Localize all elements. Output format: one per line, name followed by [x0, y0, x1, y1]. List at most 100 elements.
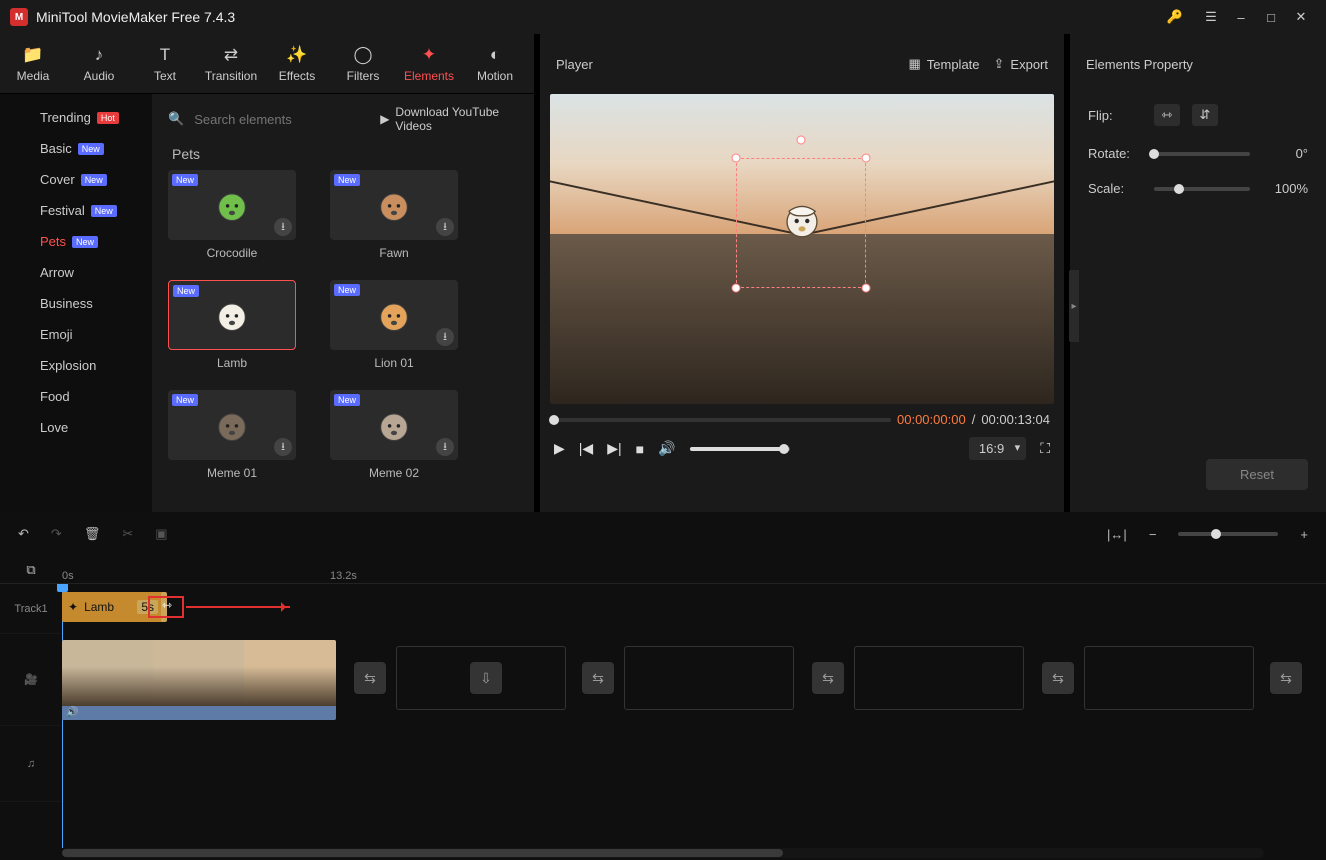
timeline-ruler[interactable]: ⧉ 0s 13.2s: [0, 556, 1326, 584]
stop-icon[interactable]: ■: [636, 441, 644, 457]
activate-key-icon[interactable]: 🔑: [1160, 9, 1190, 25]
element-card-label: Fawn: [330, 246, 458, 260]
resize-handle-ne[interactable]: [862, 154, 871, 163]
media-slot[interactable]: [854, 646, 1024, 710]
scale-value: 100%: [1262, 181, 1308, 196]
hamburger-menu-icon[interactable]: ☰: [1196, 9, 1226, 25]
template-button[interactable]: ▦ Template: [908, 56, 979, 72]
tab-audio[interactable]: ♪Audio: [66, 34, 132, 93]
zoom-in-icon[interactable]: +: [1300, 527, 1308, 542]
tab-transition[interactable]: ⇄Transition: [198, 34, 264, 93]
close-icon[interactable]: ✕: [1286, 9, 1316, 25]
player-title: Player: [556, 57, 894, 72]
transition-slot-icon[interactable]: ⇆: [582, 662, 614, 694]
volume-icon[interactable]: 🔊: [658, 440, 675, 457]
download-icon[interactable]: ⭳: [436, 218, 454, 236]
download-icon[interactable]: ⭳: [274, 218, 292, 236]
badge-new: New: [334, 284, 360, 296]
resize-handle-sw[interactable]: [732, 284, 741, 293]
reset-button[interactable]: Reset: [1206, 459, 1308, 490]
category-item-arrow[interactable]: Arrow: [0, 257, 152, 288]
category-item-pets[interactable]: PetsNew: [0, 226, 152, 257]
category-item-basic[interactable]: BasicNew: [0, 133, 152, 164]
library-panel: 📁Media♪AudioTText⇄Transition✨Effects◯Fil…: [0, 34, 534, 512]
export-button[interactable]: ⇪ Export: [994, 56, 1048, 72]
media-slot[interactable]: [1084, 646, 1254, 710]
download-icon[interactable]: ⭳: [436, 328, 454, 346]
category-item-festival[interactable]: FestivalNew: [0, 195, 152, 226]
properties-title: Elements Property: [1070, 34, 1326, 94]
preview-canvas[interactable]: [550, 94, 1054, 404]
transition-slot-icon[interactable]: ⇆: [812, 662, 844, 694]
media-slot[interactable]: [624, 646, 794, 710]
element-card-lion01[interactable]: New ⭳ Lion 01: [330, 280, 458, 370]
add-media-icon[interactable]: ⇩: [470, 662, 502, 694]
volume-slider[interactable]: [690, 447, 790, 451]
download-icon[interactable]: ⭳: [436, 438, 454, 456]
category-item-food[interactable]: Food: [0, 381, 152, 412]
tab-elements[interactable]: ✦Elements: [396, 34, 462, 93]
add-track-icon[interactable]: ⧉: [0, 562, 62, 578]
badge-new: New: [72, 236, 98, 248]
transition-slot-icon[interactable]: ⇆: [1270, 662, 1302, 694]
category-item-cover[interactable]: CoverNew: [0, 164, 152, 195]
category-item-explosion[interactable]: Explosion: [0, 350, 152, 381]
element-card-meme02[interactable]: New ⭳ Meme 02: [330, 390, 458, 480]
play-icon[interactable]: ▶: [554, 440, 565, 457]
aspect-ratio-select[interactable]: 16:9: [969, 437, 1026, 460]
video-clip[interactable]: 🔊: [62, 640, 336, 720]
search-input[interactable]: [194, 112, 370, 127]
crop-icon[interactable]: ▣: [155, 526, 167, 542]
badge-new: New: [334, 174, 360, 186]
delete-icon[interactable]: 🗑: [84, 526, 101, 542]
resize-handle-se[interactable]: [862, 284, 871, 293]
element-card-fawn[interactable]: New ⭳ Fawn: [330, 170, 458, 260]
redo-icon[interactable]: ↷: [51, 526, 62, 542]
category-item-trending[interactable]: TrendingHot: [0, 102, 152, 133]
rotate-handle[interactable]: [797, 136, 806, 145]
app-logo-icon: M: [10, 8, 28, 26]
scale-slider[interactable]: [1154, 187, 1250, 191]
fit-zoom-icon[interactable]: |↔|: [1107, 527, 1127, 542]
undo-icon[interactable]: ↶: [18, 526, 29, 542]
maximize-icon[interactable]: □: [1256, 10, 1286, 25]
minimize-icon[interactable]: –: [1226, 10, 1256, 25]
category-item-business[interactable]: Business: [0, 288, 152, 319]
badge-new: New: [172, 174, 198, 186]
split-icon[interactable]: ✂: [122, 526, 133, 542]
tab-media[interactable]: 📁Media: [0, 34, 66, 93]
tab-text[interactable]: TText: [132, 34, 198, 93]
download-icon[interactable]: ⭳: [274, 438, 292, 456]
flip-vertical-button[interactable]: ⇵: [1192, 104, 1218, 126]
element-card-crocodile[interactable]: New ⭳ Crocodile: [168, 170, 296, 260]
timeline-scrollbar[interactable]: [62, 848, 1264, 858]
grid-section-title: Pets: [172, 146, 518, 162]
category-item-love[interactable]: Love: [0, 412, 152, 443]
zoom-out-icon[interactable]: −: [1149, 527, 1157, 542]
element-card-meme01[interactable]: New ⭳ Meme 01: [168, 390, 296, 480]
tab-motion[interactable]: ◐Motion: [462, 34, 528, 93]
element-card-label: Lion 01: [330, 356, 458, 370]
rotate-slider[interactable]: [1154, 152, 1250, 156]
next-frame-icon[interactable]: ▶|: [607, 440, 621, 457]
collapse-properties-icon[interactable]: ▸: [1069, 270, 1079, 342]
fullscreen-icon[interactable]: ⛶: [1040, 440, 1050, 457]
transition-slot-icon[interactable]: ⇆: [1042, 662, 1074, 694]
resize-handle-nw[interactable]: [732, 154, 741, 163]
element-card-lamb[interactable]: New Lamb: [168, 280, 296, 370]
download-youtube-button[interactable]: ▶ Download YouTube Videos: [380, 105, 518, 133]
element-grid-panel: 🔍 ▶ Download YouTube Videos Pets New ⭳ C…: [152, 94, 534, 512]
element-selection-box[interactable]: [736, 158, 866, 288]
tab-filters[interactable]: ◯Filters: [330, 34, 396, 93]
transition-slot-icon[interactable]: ⇆: [354, 662, 386, 694]
zoom-slider[interactable]: [1178, 532, 1278, 536]
category-item-emoji[interactable]: Emoji: [0, 319, 152, 350]
flip-horizontal-button[interactable]: ⇿: [1154, 104, 1180, 126]
element-thumb: New ⭳: [168, 170, 296, 240]
timeline-tracks[interactable]: ✦ Lamb 5s ⇿ 🔊 ⇆ ⇩ ⇆ ⇆: [62, 584, 1326, 848]
prev-frame-icon[interactable]: |◀: [579, 440, 593, 457]
filters-icon: ◯: [353, 45, 372, 65]
tab-effects[interactable]: ✨Effects: [264, 34, 330, 93]
seek-bar[interactable]: [554, 418, 891, 422]
badge-hot: Hot: [97, 112, 119, 124]
